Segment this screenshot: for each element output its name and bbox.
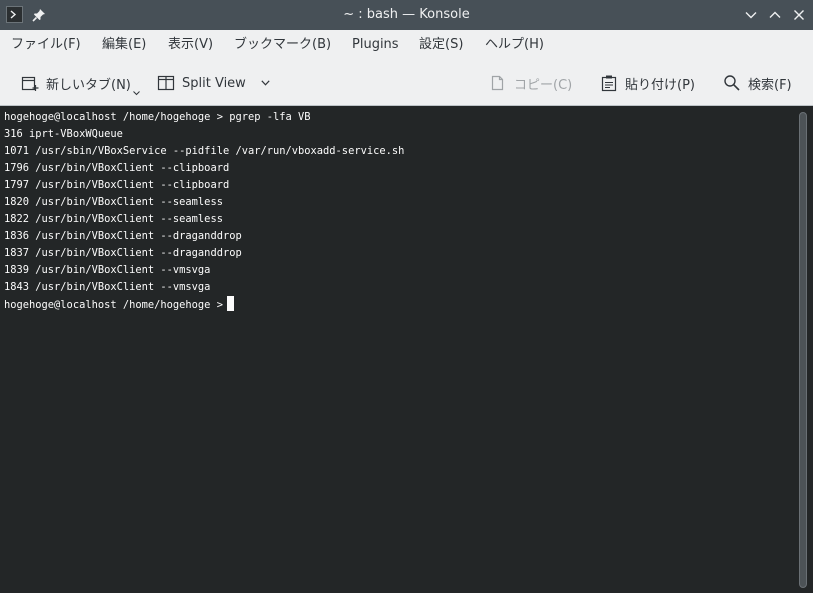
close-button[interactable] <box>789 5 809 25</box>
close-icon <box>794 10 804 20</box>
terminal-line: 1836 /usr/bin/VBoxClient --draganddrop <box>4 230 242 242</box>
text-cursor <box>226 296 234 311</box>
new-tab-icon <box>21 76 39 91</box>
pin-icon[interactable] <box>30 6 48 24</box>
minimize-button[interactable] <box>741 5 761 25</box>
split-view-button[interactable]: Split View <box>157 60 246 106</box>
toolbar: 新しいタブ(N) Split View コピー(C) 貼り付け(P) 検索(F) <box>0 60 813 106</box>
terminal-line: 1071 /usr/sbin/VBoxService --pidfile /va… <box>4 145 405 157</box>
terminal-line: 1822 /usr/bin/VBoxClient --seamless <box>4 213 223 225</box>
new-tab-button[interactable]: 新しいタブ(N) <box>21 60 131 106</box>
menu-file[interactable]: ファイル(F) <box>11 30 81 60</box>
menu-help[interactable]: ヘルプ(H) <box>485 30 544 60</box>
chevron-down-icon[interactable] <box>132 90 141 96</box>
copy-button[interactable]: コピー(C) <box>489 60 572 106</box>
menu-settings[interactable]: 設定(S) <box>419 30 463 60</box>
terminal-line: 1837 /usr/bin/VBoxClient --draganddrop <box>4 247 242 259</box>
chevron-down-icon <box>745 12 757 19</box>
search-icon <box>724 75 740 91</box>
terminal-scrollbar[interactable] <box>799 112 807 588</box>
find-label: 検索(F) <box>748 77 792 93</box>
terminal-line: 1820 /usr/bin/VBoxClient --seamless <box>4 196 223 208</box>
terminal-line: hogehoge@localhost /home/hogehoge > pgre… <box>4 111 311 123</box>
menu-edit[interactable]: 編集(E) <box>102 30 146 60</box>
menu-bar: ファイル(F) 編集(E) 表示(V) ブックマーク(B) Plugins 設定… <box>0 30 813 60</box>
terminal-output[interactable]: hogehoge@localhost /home/hogehoge > pgre… <box>0 106 796 593</box>
paste-icon <box>601 75 617 92</box>
chevron-down-icon[interactable] <box>261 80 270 86</box>
konsole-terminal-icon[interactable] <box>6 6 23 23</box>
title-bar[interactable]: ~ : bash — Konsole <box>0 0 813 30</box>
window-title: ~ : bash — Konsole <box>343 7 470 22</box>
menu-bookmarks[interactable]: ブックマーク(B) <box>234 30 331 60</box>
menu-plugins[interactable]: Plugins <box>352 30 399 60</box>
copy-icon <box>491 75 504 91</box>
maximize-button[interactable] <box>765 5 785 25</box>
konsole-window: ~ : bash — Konsole ファイル(F) 編集(E) 表示(V) ブ… <box>0 0 813 593</box>
terminal-line: 316 iprt-VBoxWQueue <box>4 128 123 140</box>
split-view-icon <box>157 75 175 91</box>
chevron-up-icon <box>769 11 781 18</box>
new-tab-label: 新しいタブ(N) <box>46 77 131 93</box>
find-button[interactable]: 検索(F) <box>723 60 792 106</box>
split-view-label: Split View <box>182 75 246 91</box>
terminal-line: 1839 /usr/bin/VBoxClient --vmsvga <box>4 264 211 276</box>
prompt-line[interactable]: hogehoge@localhost /home/hogehoge > <box>4 296 796 313</box>
shell-prompt: hogehoge@localhost /home/hogehoge > <box>4 299 223 311</box>
menu-view[interactable]: 表示(V) <box>168 30 213 60</box>
paste-label: 貼り付け(P) <box>625 77 695 93</box>
terminal-line: 1843 /usr/bin/VBoxClient --vmsvga <box>4 281 211 293</box>
terminal-line: 1797 /usr/bin/VBoxClient --clipboard <box>4 179 230 191</box>
terminal-line: 1796 /usr/bin/VBoxClient --clipboard <box>4 162 230 174</box>
copy-label: コピー(C) <box>514 77 573 93</box>
paste-button[interactable]: 貼り付け(P) <box>600 60 695 106</box>
